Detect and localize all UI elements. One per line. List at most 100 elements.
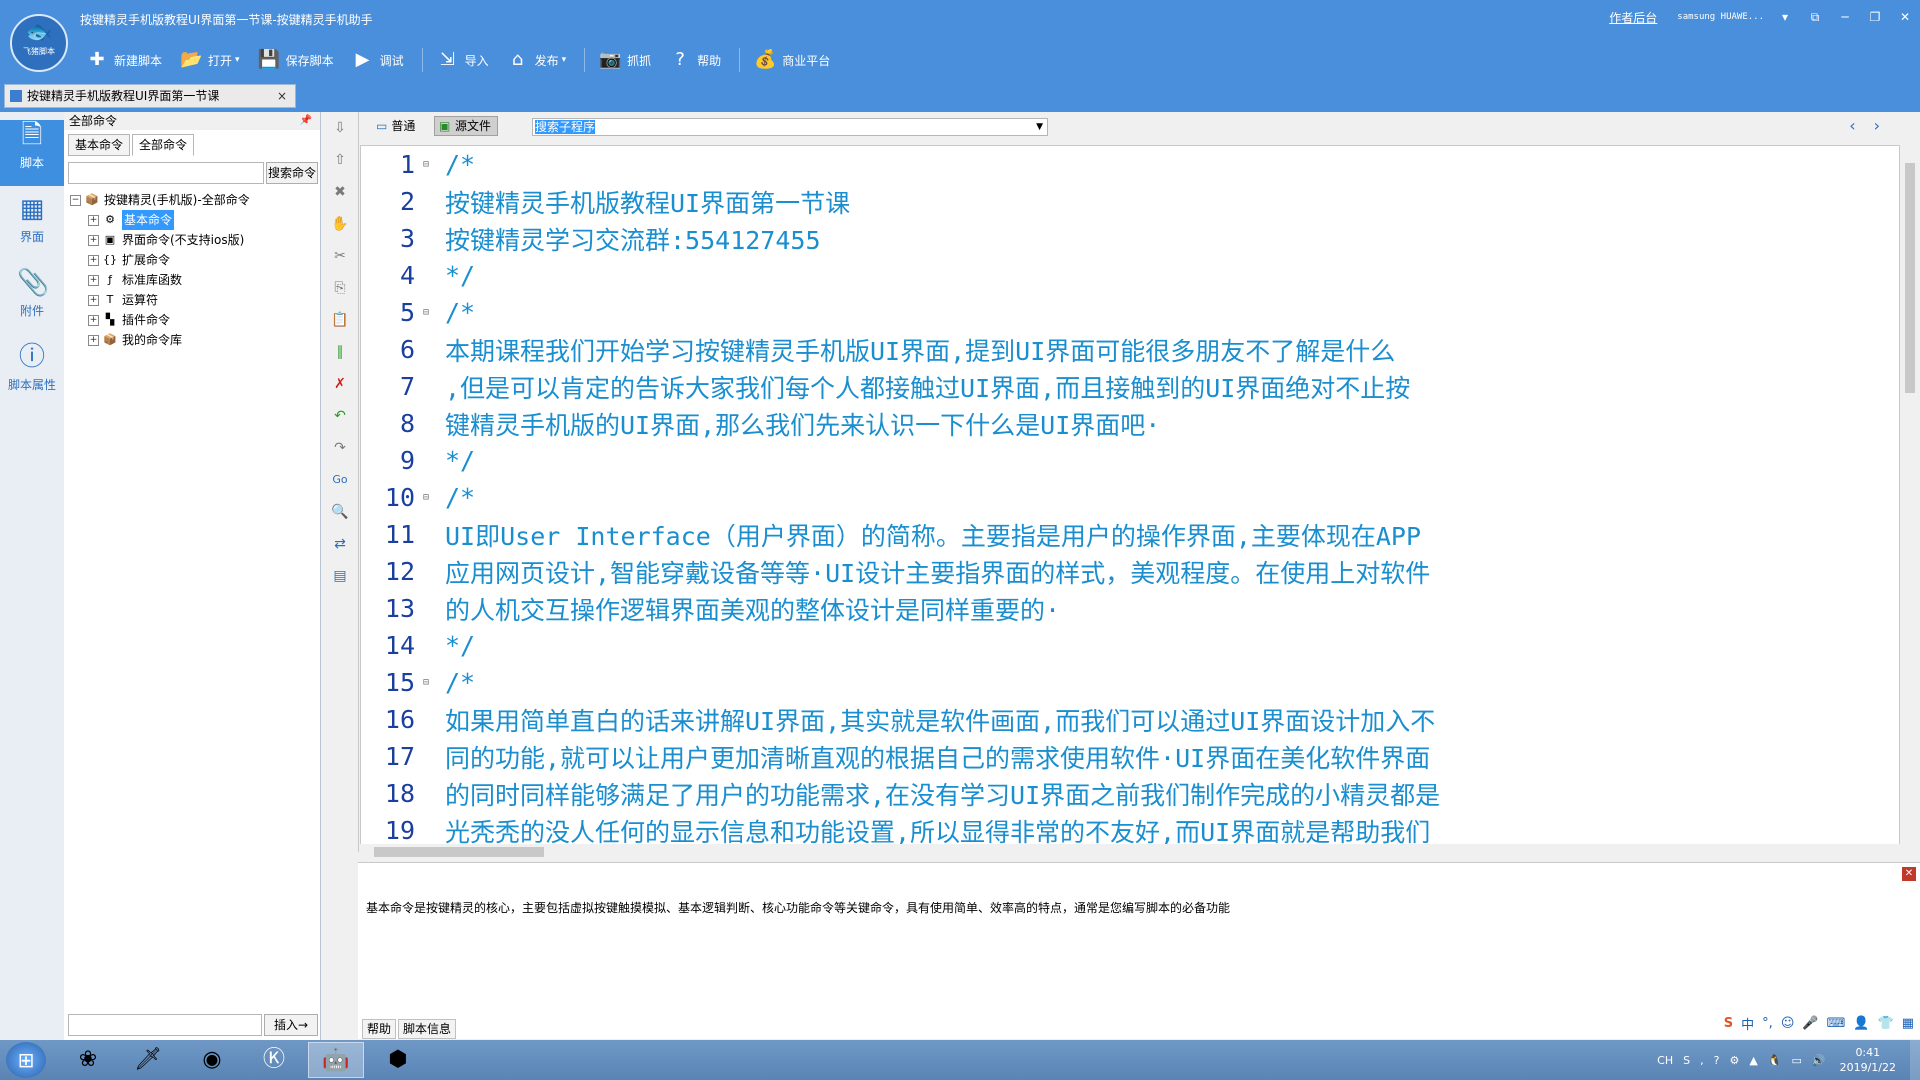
arrow-left-icon[interactable]: ‹: [1849, 116, 1855, 135]
tree-item-operators[interactable]: + T 运算符: [70, 290, 250, 310]
code-line[interactable]: 3 按键精灵学习交流群:554127455: [361, 220, 1440, 257]
show-desktop-button[interactable]: [1910, 1040, 1920, 1080]
business-platform-button[interactable]: 💰 商业平台: [754, 49, 830, 71]
maximize-icon[interactable]: ❐: [1860, 10, 1890, 24]
code-line[interactable]: 15 ⊟ /*: [361, 664, 1440, 701]
taskbar-app-icon[interactable]: ❀: [60, 1042, 116, 1078]
device-selector[interactable]: samsung HUAWE...: [1677, 12, 1764, 22]
ime-tray-icon[interactable]: ,: [1700, 1054, 1704, 1067]
start-button[interactable]: ⊞: [6, 1042, 46, 1078]
fold-marker-icon[interactable]: ⊟: [419, 492, 433, 503]
comment-icon[interactable]: ∥: [322, 336, 358, 368]
taskbar-app-icon[interactable]: 🗡: [120, 1042, 176, 1078]
arrow-right-icon[interactable]: ›: [1874, 116, 1880, 135]
publish-button[interactable]: ⌂ 发布 ▾: [507, 49, 566, 71]
insert-command-input[interactable]: [68, 1014, 262, 1036]
subroutine-search-dropdown[interactable]: 搜索子程序 ▼: [532, 118, 1048, 136]
tab-basic-commands[interactable]: 基本命令: [68, 134, 131, 156]
punctuation-icon[interactable]: °,: [1762, 1016, 1773, 1031]
close-help-icon[interactable]: ✕: [1902, 867, 1916, 881]
code-line[interactable]: 12 应用网页设计,智能穿戴设备等等·UI设计主要指界面的样式，美观程度。在使用上…: [361, 553, 1440, 590]
code-line[interactable]: 2 按键精灵手机版教程UI界面第一节课: [361, 183, 1440, 220]
code-line[interactable]: 14 */: [361, 627, 1440, 664]
code-line[interactable]: 9 */: [361, 442, 1440, 479]
redo-icon[interactable]: ↷: [322, 432, 358, 464]
tree-item-my-library[interactable]: + 📦 我的命令库: [70, 330, 250, 350]
expand-icon[interactable]: +: [88, 314, 99, 326]
paste-icon[interactable]: 📋: [322, 304, 358, 336]
chevron-down-icon[interactable]: ▾: [1770, 10, 1800, 24]
nav-interface[interactable]: ▦ 界面: [0, 194, 64, 260]
replace-icon[interactable]: ⇄: [322, 528, 358, 560]
document-tab[interactable]: 按键精灵手机版教程UI界面第一节课 ×: [4, 84, 296, 108]
code-editor[interactable]: 1 ⊟ /* 2 按键精灵手机版教程UI界面第一节课 3 按键精灵学习交流群:5541274…: [360, 145, 1900, 845]
goto-icon[interactable]: Go: [322, 464, 358, 496]
show-hidden-icon[interactable]: ▲: [1749, 1054, 1757, 1067]
save-script-button[interactable]: 💾 保存脚本: [258, 49, 334, 71]
insert-button[interactable]: 插入→: [264, 1014, 318, 1036]
collapse-icon[interactable]: −: [70, 194, 81, 206]
delete-icon[interactable]: ✖: [322, 176, 358, 208]
undo-icon[interactable]: ↶: [322, 400, 358, 432]
fold-marker-icon[interactable]: ⊟: [419, 677, 433, 688]
fold-marker-icon[interactable]: ⊟: [419, 159, 433, 170]
taskbar-app-icon[interactable]: ◉: [184, 1042, 240, 1078]
tree-item-ui[interactable]: + ▣ 界面命令(不支持ios版): [70, 230, 250, 250]
capture-button[interactable]: 📷 抓抓: [599, 49, 651, 71]
tree-root[interactable]: − 📦 按键精灵(手机版)-全部命令: [70, 190, 250, 210]
code-line[interactable]: 4 */: [361, 257, 1440, 294]
tab-help[interactable]: 帮助: [362, 1019, 397, 1039]
close-tab-icon[interactable]: ×: [277, 85, 287, 107]
restore-window-icon[interactable]: ⧉: [1800, 10, 1830, 25]
view-normal-button[interactable]: ▭ 普通: [376, 117, 415, 134]
tree-item-basic[interactable]: + ⚙ 基本命令: [70, 210, 250, 230]
code-line[interactable]: 16 如果用简单直白的话来讲解UI界面,其实就是软件画面,而我们可以通过UI界面设…: [361, 701, 1440, 738]
taskbar-app-icon[interactable]: 🤖: [308, 1042, 364, 1078]
open-button[interactable]: 📂 打开 ▾: [180, 49, 240, 71]
find-icon[interactable]: 🔍: [322, 496, 358, 528]
keyboard-icon[interactable]: ⌨: [1827, 1016, 1846, 1031]
help-button[interactable]: ? 帮助: [669, 49, 721, 71]
fold-marker-icon[interactable]: ⊟: [419, 307, 433, 318]
settings-tray-icon[interactable]: ⚙: [1729, 1054, 1739, 1067]
command-search-input[interactable]: [68, 162, 264, 184]
shirt-icon[interactable]: 👕: [1878, 1016, 1894, 1031]
code-line[interactable]: 7 ,但是可以肯定的告诉大家我们每个人都接触过UI界面,而且接触到的UI界面绝对不…: [361, 368, 1440, 405]
code-line[interactable]: 10 ⊟ /*: [361, 479, 1440, 516]
code-line[interactable]: 13 的人机交互操作逻辑界面美观的整体设计是同样重要的·: [361, 590, 1440, 627]
expand-icon[interactable]: +: [88, 334, 99, 346]
code-line[interactable]: 6 本期课程我们开始学习按键精灵手机版UI界面,提到UI界面可能很多朋友不了解是什…: [361, 331, 1440, 368]
uncomment-icon[interactable]: ✗: [322, 368, 358, 400]
expand-icon[interactable]: +: [88, 294, 99, 306]
author-backend-link[interactable]: 作者后台: [1609, 9, 1657, 26]
chevron-down-icon[interactable]: ▼: [1036, 119, 1043, 135]
grid-menu-icon[interactable]: ▦: [1902, 1016, 1914, 1031]
code-line[interactable]: 1 ⊟ /*: [361, 146, 1440, 183]
view-source-button[interactable]: ▣ 源文件: [434, 116, 498, 136]
new-script-button[interactable]: ✚ 新建脚本: [86, 49, 162, 71]
qq-tray-icon[interactable]: 🐧: [1768, 1054, 1782, 1067]
move-up-icon[interactable]: ⇧: [322, 144, 358, 176]
expand-icon[interactable]: +: [88, 274, 99, 286]
code-line[interactable]: 8 键精灵手机版的UI界面,那么我们先来认识一下什么是UI界面吧·: [361, 405, 1440, 442]
tab-script-info[interactable]: 脚本信息: [398, 1019, 457, 1039]
debug-button[interactable]: ▶ 调试: [352, 49, 404, 71]
import-button[interactable]: ⇲ 导入: [437, 49, 489, 71]
code-line[interactable]: 5 ⊟ /*: [361, 294, 1440, 331]
scroll-thumb[interactable]: [1905, 163, 1915, 393]
volume-icon[interactable]: 🔊: [1812, 1054, 1826, 1067]
code-line[interactable]: 11 UI即User Interface（用户界面）的简称。主要指是用户的操作界面…: [361, 516, 1440, 553]
move-down-icon[interactable]: ⇩: [322, 112, 358, 144]
language-indicator[interactable]: CH: [1657, 1054, 1673, 1067]
help-tray-icon[interactable]: ?: [1714, 1054, 1720, 1067]
nav-script[interactable]: 🗎 脚本: [0, 120, 64, 186]
tree-item-plugins[interactable]: + ▚ 插件命令: [70, 310, 250, 330]
pin-icon[interactable]: 📌: [300, 112, 312, 130]
network-icon[interactable]: ▭: [1791, 1054, 1801, 1067]
sogou-ime-icon[interactable]: S: [1724, 1016, 1733, 1031]
copy-icon[interactable]: ⎘: [322, 272, 358, 304]
code-line[interactable]: 18 的同时同样能够满足了用户的功能需求,在没有学习UI界面之前我们制作完成的小精…: [361, 775, 1440, 812]
code-line[interactable]: 17 同的功能,就可以让用户更加清晰直观的根据自己的需求使用软件·UI界面在美化软…: [361, 738, 1440, 775]
minimize-icon[interactable]: ─: [1830, 10, 1860, 24]
user-icon[interactable]: 👤: [1853, 1016, 1869, 1031]
